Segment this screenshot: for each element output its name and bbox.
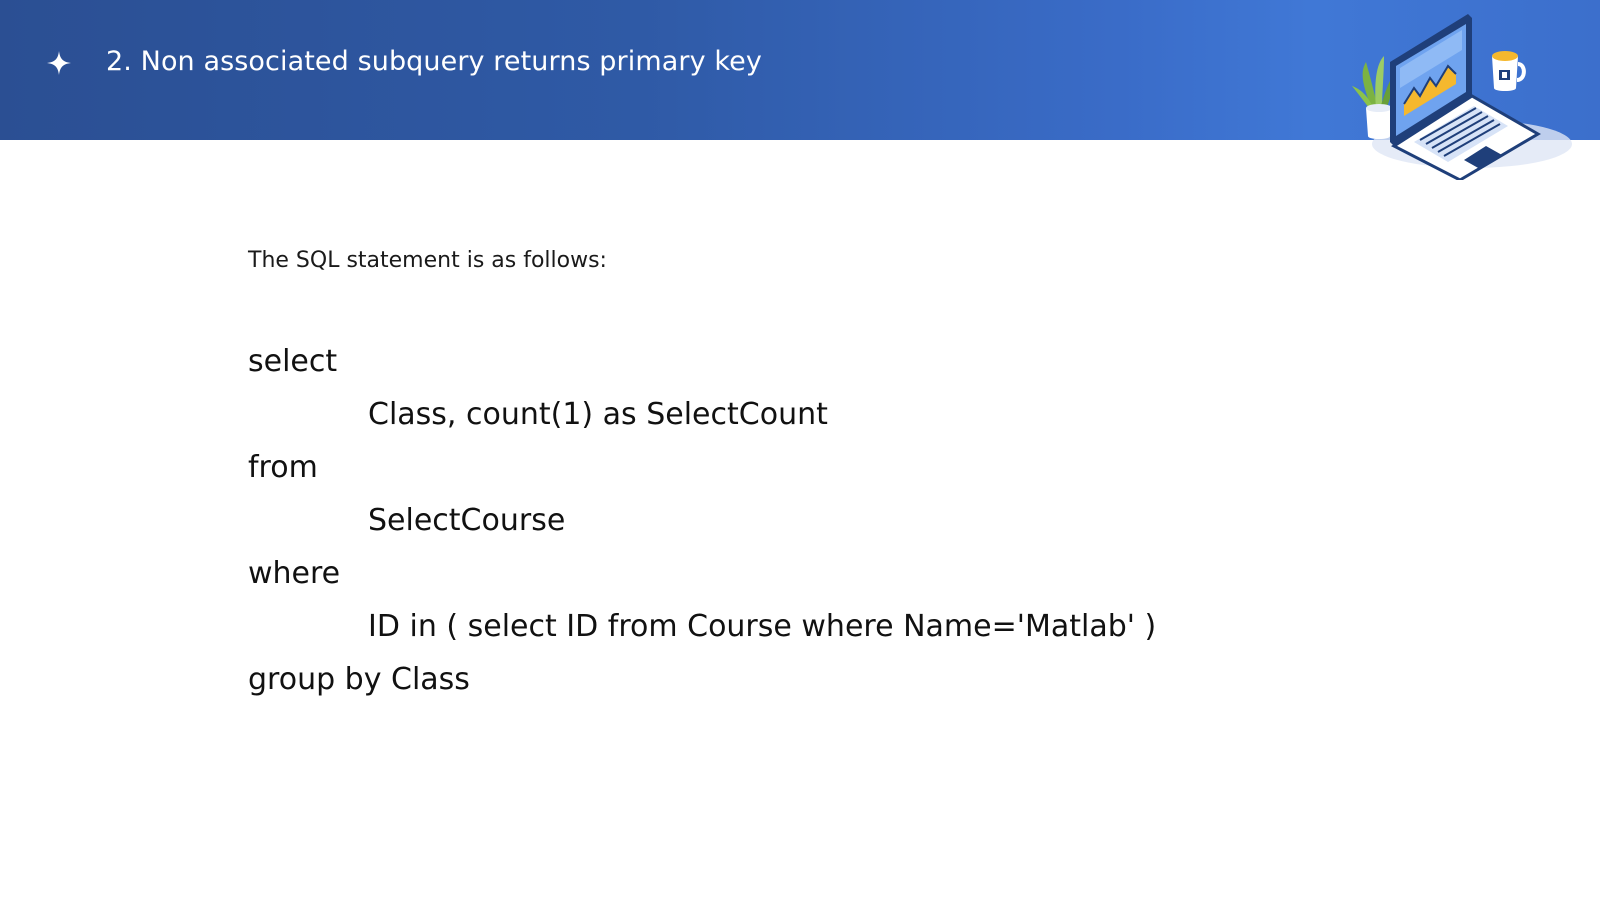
sql-line-where: where <box>248 556 341 591</box>
four-point-star-icon <box>47 51 71 75</box>
intro-text: The SQL statement is as follows: <box>248 248 607 273</box>
sql-line-condition: ID in ( select ID from Course where Name… <box>368 609 1157 644</box>
sql-line-group-by: group by Class <box>248 662 470 697</box>
sql-line-select: select <box>248 344 338 379</box>
sql-line-from: from <box>248 450 318 485</box>
sql-line-table: SelectCourse <box>368 503 566 538</box>
slide-content: The SQL statement is as follows: select … <box>248 0 1448 900</box>
sql-line-columns: Class, count(1) as SelectCount <box>368 397 828 432</box>
